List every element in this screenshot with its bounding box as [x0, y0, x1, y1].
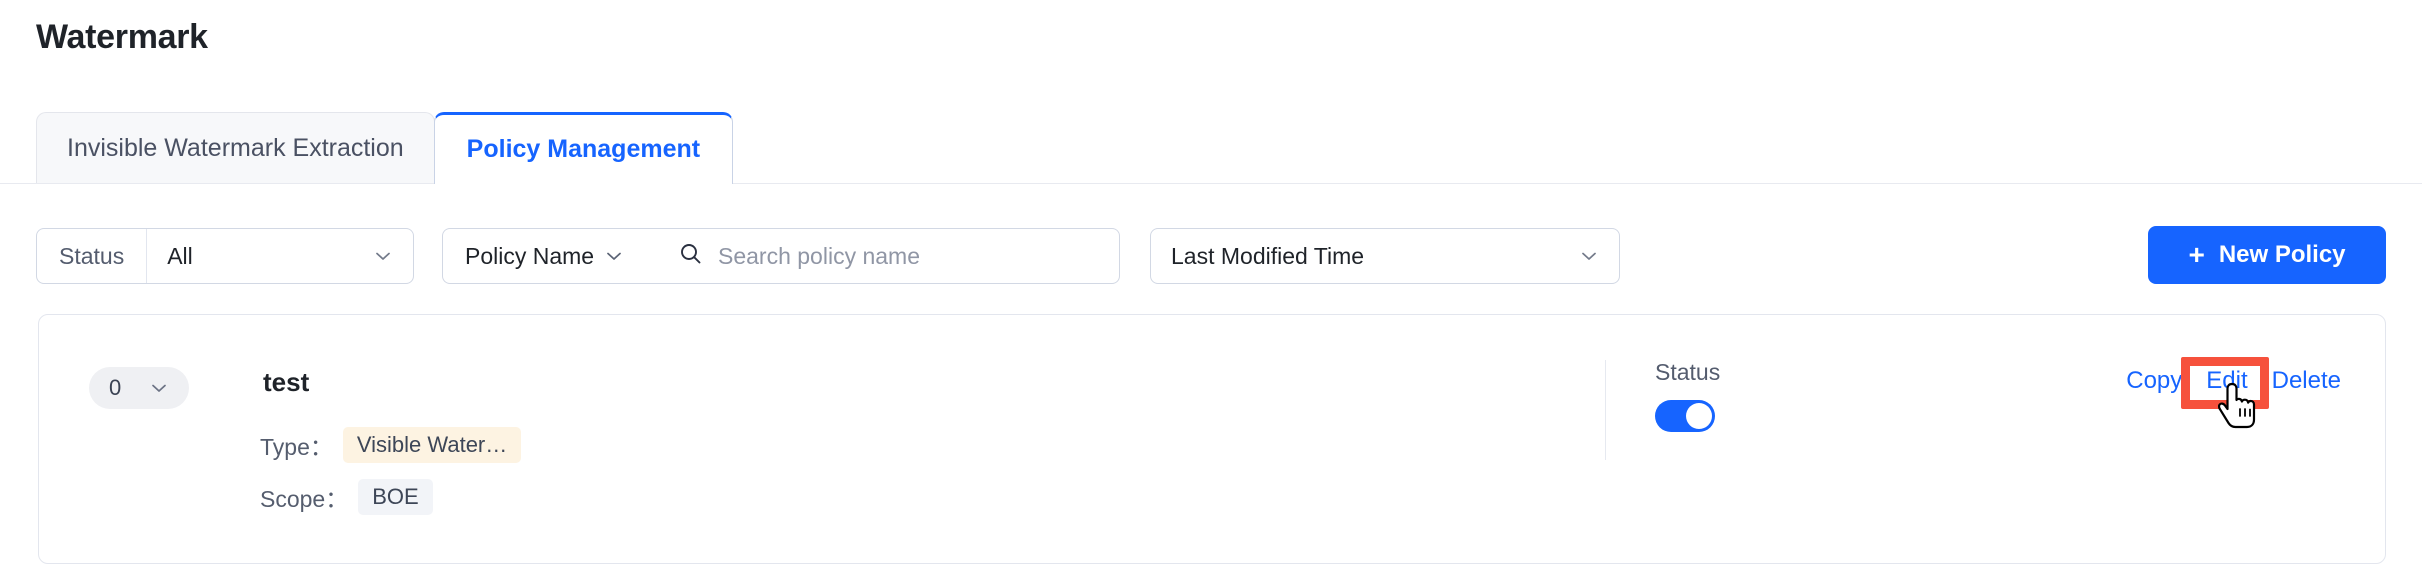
search-field-label: Policy Name — [465, 242, 595, 269]
status-filter-value: All — [167, 242, 193, 269]
edit-policy-link[interactable]: Edit — [2206, 367, 2247, 395]
policy-name: test — [263, 367, 310, 397]
chevron-down-icon[interactable] — [604, 246, 624, 266]
tab-bar-divider — [0, 183, 2422, 184]
filter-bar: Status All Policy Name Search policy nam… — [36, 228, 1620, 284]
chevron-down-icon[interactable] — [353, 246, 413, 266]
sort-filter[interactable]: Last Modified Time — [1150, 228, 1620, 284]
policy-scope-label: Scope： — [260, 486, 349, 512]
toggle-knob — [1686, 403, 1712, 429]
chevron-down-icon[interactable] — [149, 378, 169, 398]
tab-label: Policy Management — [466, 135, 701, 163]
delete-policy-link[interactable]: Delete — [2272, 367, 2341, 395]
policy-status-label: Status — [1655, 359, 1721, 385]
new-policy-button[interactable]: + New Policy — [2148, 226, 2386, 284]
search-input-wrapper[interactable]: Search policy name — [660, 228, 1120, 284]
search-icon — [678, 241, 704, 272]
status-filter-label: Status — [37, 229, 148, 283]
status-filter[interactable]: Status All — [36, 228, 414, 284]
policy-count-value: 0 — [109, 375, 122, 400]
tab-bar: Invisible Watermark Extraction Policy Ma… — [36, 112, 734, 184]
tab-invisible-watermark-extraction[interactable]: Invisible Watermark Extraction — [36, 112, 435, 184]
policy-scope-tag: BOE — [358, 479, 433, 515]
policy-name-search-group: Policy Name Search policy name — [442, 228, 1120, 284]
tab-label: Invisible Watermark Extraction — [67, 134, 404, 162]
policy-actions: Copy Edit Delete — [2126, 367, 2341, 395]
policy-type-label: Type： — [260, 434, 333, 460]
chevron-down-icon[interactable] — [1559, 246, 1619, 266]
status-section-divider — [1605, 360, 1606, 460]
sort-filter-value: Last Modified Time — [1171, 242, 1365, 269]
page-title: Watermark — [36, 18, 208, 56]
policy-count-badge[interactable]: 0 — [89, 367, 189, 409]
policy-type-row: Type： Visible Water… — [260, 427, 522, 463]
search-field-selector[interactable]: Policy Name — [442, 228, 660, 284]
plus-icon: + — [2188, 239, 2205, 270]
policy-status-toggle[interactable] — [1655, 400, 1715, 432]
policy-status-section: Status — [1655, 359, 1720, 432]
policy-card: 0 test Type： Visible Water… Scope： BOE S… — [38, 314, 2386, 564]
policy-type-tag: Visible Water… — [342, 427, 522, 463]
policy-scope-row: Scope： BOE — [260, 479, 433, 515]
new-policy-button-label: New Policy — [2218, 241, 2346, 268]
search-input[interactable]: Search policy name — [718, 243, 920, 270]
tab-policy-management[interactable]: Policy Management — [433, 112, 734, 184]
copy-policy-link[interactable]: Copy — [2126, 367, 2182, 395]
